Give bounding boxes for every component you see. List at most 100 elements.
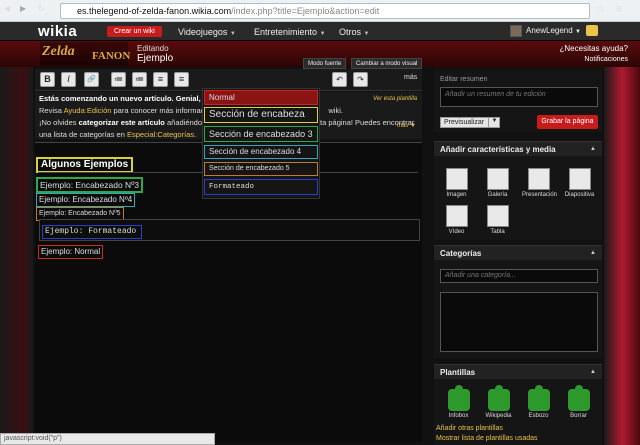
- template-wikipedia-button[interactable]: Wikipedia: [482, 385, 515, 423]
- nav-otros[interactable]: Otros ▼: [339, 26, 369, 40]
- notice-more-link[interactable]: más ▼: [397, 123, 416, 129]
- undo-icon[interactable]: ↶: [332, 72, 347, 87]
- media-gallery-button[interactable]: Galería: [481, 166, 514, 207]
- chevron-up-icon: ▲: [590, 146, 596, 152]
- user-menu[interactable]: AnewLegend ▼: [526, 26, 581, 35]
- link-button[interactable]: 🔗: [84, 72, 99, 87]
- template-infobox-button[interactable]: Infobox: [442, 385, 475, 423]
- italic-button[interactable]: I: [61, 72, 76, 87]
- editor-heading-2[interactable]: Algunos Ejemplos: [36, 157, 134, 173]
- star-icon[interactable]: ☆: [596, 4, 605, 15]
- media-slideshow-button[interactable]: Presentación: [522, 166, 557, 207]
- nav-videojuegos[interactable]: Videojuegos ▼: [178, 26, 236, 40]
- create-wiki-button[interactable]: Crear un wiki: [107, 26, 162, 37]
- media-label: Galería: [487, 192, 508, 198]
- editor-heading-4[interactable]: Ejemplo: Encabezado Nº4: [36, 193, 136, 207]
- slideshow-icon: [527, 168, 550, 190]
- templates-title: Plantillas: [440, 368, 476, 377]
- media-video-button[interactable]: Vídeo: [440, 203, 473, 244]
- editor-heading-3[interactable]: Ejemplo: Encabezado Nº3: [36, 177, 144, 193]
- help-edit-link[interactable]: AyudaːEdición: [64, 106, 112, 115]
- save-button[interactable]: Grabar la página: [537, 115, 598, 129]
- chat-icon[interactable]: [586, 25, 598, 36]
- media-table-button[interactable]: Tabla: [481, 203, 514, 244]
- format-option-preformatted[interactable]: Formateado: [204, 179, 318, 195]
- reload-icon[interactable]: ↻: [38, 4, 45, 13]
- visual-mode-button[interactable]: Cambiar a modo visual: [351, 58, 423, 69]
- template-esbozo-button[interactable]: Esbozo: [522, 385, 555, 423]
- media-image-button[interactable]: Imagen: [440, 166, 473, 207]
- summary-placeholder: Añadir un resumen de tu edición: [445, 91, 546, 98]
- category-list: [440, 292, 598, 352]
- outdent-button[interactable]: ≡: [153, 72, 168, 87]
- format-option-heading-4[interactable]: Sección de encabezado 4: [204, 145, 318, 159]
- notice-text: ¡No olvides: [39, 118, 79, 127]
- source-mode-tab[interactable]: Modo fuente: [303, 58, 347, 69]
- editor-normal-text[interactable]: Ejemplo: Normal: [38, 245, 104, 259]
- category-input[interactable]: Añadir una categoría...: [440, 269, 598, 283]
- media-slider-button[interactable]: Diapositiva: [563, 166, 596, 207]
- arrow-left-icon[interactable]: ◀: [4, 4, 10, 13]
- page-title: Ejemplo: [137, 53, 174, 64]
- wiki-logo-main: Zelda: [42, 44, 75, 59]
- indent-button[interactable]: ≡: [174, 72, 189, 87]
- notifications-link[interactable]: Notificaciones: [584, 56, 628, 63]
- categories-link[interactable]: Especial:Categorías.: [127, 130, 196, 139]
- nav-label: Entretenimiento: [254, 27, 318, 37]
- template-borrar-button[interactable]: Borrar: [562, 385, 595, 423]
- puzzle-icon: [447, 385, 470, 411]
- media-label: Diapositiva: [564, 192, 595, 198]
- chevron-down-icon: ▼: [363, 31, 370, 37]
- redo-icon[interactable]: ↷: [353, 72, 368, 87]
- notice-bold: categorizar este artículo: [78, 118, 165, 127]
- numbered-list-button[interactable]: ≔: [132, 72, 147, 87]
- username-label: AnewLegend: [526, 26, 573, 35]
- format-option-heading-3[interactable]: Sección de encabezado 3: [204, 126, 318, 142]
- arrow-right-icon[interactable]: ▶: [20, 4, 26, 13]
- help-link[interactable]: ¿Necesitas ayuda?: [560, 44, 628, 53]
- format-option-heading-5[interactable]: Sección de encabezado 5: [204, 162, 318, 176]
- format-option-heading-2[interactable]: Sección de encabeza: [204, 107, 318, 123]
- image-icon: [445, 168, 468, 190]
- chevron-up-icon: ▲: [590, 250, 596, 256]
- page-background-right: [604, 67, 640, 445]
- bullet-list-button[interactable]: ≔: [111, 72, 126, 87]
- media-label: Imagen: [446, 192, 467, 198]
- categories-title: Categorías: [440, 249, 482, 258]
- url-host: es.thelegend-of-zelda-fanon.wikia.com: [77, 6, 232, 16]
- bold-button[interactable]: B: [40, 72, 55, 87]
- nav-entretenimiento[interactable]: Entretenimiento ▼: [254, 26, 326, 40]
- more-toolbar-button[interactable]: más: [404, 74, 417, 81]
- categories-panel-header[interactable]: Categorías ▲: [434, 245, 602, 260]
- wiki-logo-sub: FANON: [92, 50, 131, 62]
- nav-label: Videojuegos: [178, 27, 228, 37]
- summary-label: Editar resumen: [440, 76, 488, 83]
- page-background-left: [0, 67, 33, 445]
- table-icon: [486, 205, 509, 227]
- chevron-down-icon[interactable]: ▼: [488, 117, 500, 128]
- gallery-icon: [486, 168, 509, 190]
- puzzle-icon: [487, 385, 510, 411]
- chevron-up-icon: ▲: [590, 369, 596, 375]
- templates-panel-header[interactable]: Plantillas ▲: [434, 364, 602, 379]
- show-templates-link[interactable]: Mostrar lista de plantillas usadas: [436, 435, 538, 442]
- notice-text: wiki.: [328, 106, 343, 115]
- features-panel-header[interactable]: Añadir características y media ▲: [434, 141, 602, 156]
- wiki-logo[interactable]: Zelda FANON: [40, 42, 131, 66]
- address-bar[interactable]: es.thelegend-of-zelda-fanon.wikia.com/in…: [60, 3, 590, 19]
- puzzle-icon: [567, 385, 590, 411]
- summary-input[interactable]: Añadir un resumen de tu edición: [440, 87, 598, 107]
- editor-preformatted[interactable]: Ejemplo: Formateado: [42, 225, 142, 239]
- menu-icon[interactable]: ≡: [616, 4, 622, 15]
- add-templates-link[interactable]: Añadir otras plantillas: [436, 425, 503, 432]
- format-option-normal[interactable]: Normal: [204, 90, 318, 105]
- chevron-down-icon: ▼: [574, 29, 581, 35]
- view-template-link[interactable]: Ver esta plantilla: [373, 96, 417, 102]
- puzzle-icon: [527, 385, 550, 411]
- avatar[interactable]: [510, 25, 522, 37]
- wikia-logo[interactable]: wikia: [38, 23, 77, 40]
- template-label: Borrar: [570, 413, 587, 419]
- media-label: Vídeo: [448, 229, 465, 235]
- nav-label: Otros: [339, 27, 362, 37]
- browser-status-bar: javascript:void("p"): [0, 433, 215, 445]
